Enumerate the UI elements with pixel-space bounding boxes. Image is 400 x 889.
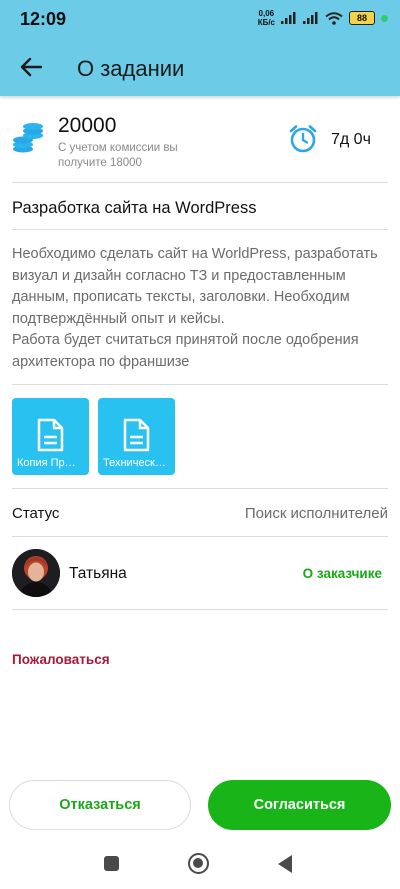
divider <box>12 182 388 183</box>
status-value: Поиск исполнителей <box>244 505 388 522</box>
app-bar: О задании <box>0 38 400 96</box>
back-button[interactable] <box>16 52 46 82</box>
avatar-image <box>12 549 60 597</box>
alarm-clock-icon <box>289 125 317 153</box>
divider <box>12 384 388 385</box>
attachment-file[interactable]: Копия Пр… <box>12 398 89 475</box>
attachment-file[interactable]: Техническ… <box>98 398 175 475</box>
network-speed: 0,06 КБ/с <box>257 9 275 27</box>
about-customer-link[interactable]: О заказчике <box>303 566 382 581</box>
attachment-name: Копия Пр… <box>17 457 76 469</box>
document-icon <box>123 418 150 452</box>
status-time: 12:09 <box>20 9 67 29</box>
status-icons: 0,06 КБ/с 88 <box>258 9 388 27</box>
wifi-icon <box>325 11 343 25</box>
task-title: Разработка сайта на WordPress <box>12 199 257 217</box>
home-icon[interactable] <box>188 853 209 874</box>
customer-name: Татьяна <box>69 565 127 582</box>
signal-icon-2 <box>303 12 318 24</box>
time-left: 7д 0ч <box>331 131 371 148</box>
status-label: Статус <box>12 505 60 522</box>
coins-icon <box>13 123 43 153</box>
signal-icon <box>281 12 296 24</box>
divider <box>12 609 388 610</box>
avatar[interactable] <box>12 549 60 597</box>
reward-amount: 20000 <box>58 114 117 137</box>
complain-link[interactable]: Пожаловаться <box>12 652 110 667</box>
arrow-left-icon <box>20 57 42 77</box>
battery-icon: 88 <box>349 11 375 25</box>
commission-note: С учетом комиссии вы получите 18000 <box>58 142 178 169</box>
recents-icon[interactable] <box>104 856 119 871</box>
back-triangle-icon[interactable] <box>278 855 292 873</box>
divider <box>12 488 388 489</box>
task-description: Необходимо сделать сайт на WorldPress, р… <box>12 246 378 370</box>
attachment-name: Техническ… <box>103 457 166 469</box>
document-icon <box>37 418 64 452</box>
attachments-list: Копия Пр… Техническ… <box>12 398 175 475</box>
accept-button[interactable]: Согласиться <box>208 780 391 830</box>
notification-dot <box>381 14 388 22</box>
divider <box>12 536 388 537</box>
page-title: О задании <box>77 56 185 81</box>
status-bar: 12:09 0,06 КБ/с 88 <box>0 0 400 38</box>
decline-button[interactable]: Отказаться <box>9 780 191 830</box>
system-nav-bar <box>0 843 400 889</box>
divider <box>12 229 388 230</box>
reward-block: 20000 С учетом комиссии вы получите 1800… <box>12 110 388 182</box>
